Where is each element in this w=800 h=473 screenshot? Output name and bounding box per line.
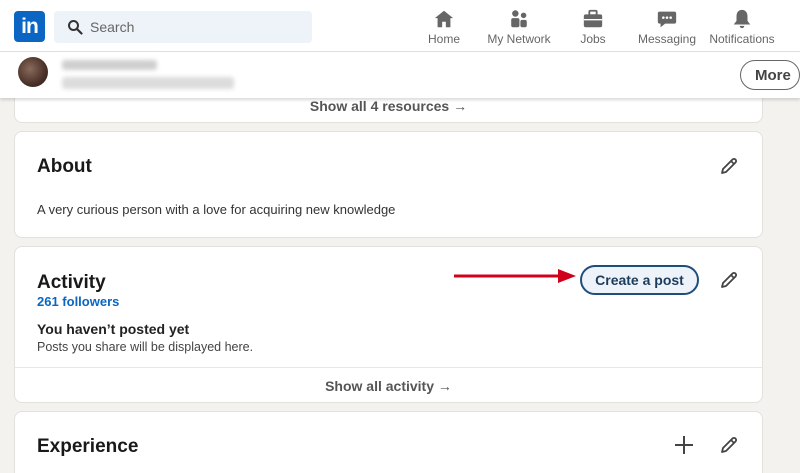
- nav-home[interactable]: Home: [424, 8, 464, 48]
- nav-my-network-label: My Network: [487, 32, 551, 46]
- experience-title: Experience: [37, 436, 139, 457]
- experience-card: Experience: [14, 411, 763, 473]
- no-posts-subtext: Posts you share will be displayed here.: [37, 340, 254, 354]
- blurred-profile-name: [62, 60, 157, 70]
- no-posts-heading: You haven’t posted yet: [37, 321, 190, 337]
- create-post-button[interactable]: Create a post: [580, 265, 699, 295]
- message-icon: [657, 11, 677, 28]
- add-plus-icon[interactable]: [673, 434, 695, 456]
- nav-notifications-label: Notifications: [709, 32, 775, 46]
- search-box[interactable]: [54, 11, 312, 43]
- followers-count-link[interactable]: 261 followers: [37, 294, 119, 309]
- edit-pencil-icon[interactable]: [719, 270, 739, 290]
- briefcase-icon: [583, 9, 603, 28]
- sticky-profile-bar: More: [0, 52, 800, 98]
- divider: [15, 367, 762, 368]
- about-card: About A very curious person with a love …: [14, 131, 763, 238]
- nav-my-network[interactable]: My Network: [486, 8, 552, 48]
- linkedin-logo[interactable]: in: [14, 11, 45, 42]
- edit-pencil-icon[interactable]: [719, 435, 739, 455]
- search-input[interactable]: [90, 11, 300, 43]
- nav-messaging-label: Messaging: [637, 32, 697, 46]
- top-navigation-bar: in Home My Network Jobs Messaging: [0, 0, 800, 52]
- nav-notifications[interactable]: Notifications: [707, 8, 777, 48]
- avatar[interactable]: [18, 57, 48, 87]
- annotation-arrow-icon: [454, 269, 576, 283]
- network-icon: [511, 10, 527, 28]
- edit-pencil-icon[interactable]: [719, 156, 739, 176]
- home-icon: [434, 10, 454, 28]
- show-all-activity-link[interactable]: Show all activity →: [15, 378, 762, 394]
- about-title: About: [37, 156, 92, 177]
- activity-title: Activity: [37, 272, 106, 293]
- blurred-profile-headline: [62, 77, 234, 89]
- show-all-resources-link[interactable]: Show all 4 resources →: [15, 98, 762, 114]
- more-button[interactable]: More: [740, 60, 800, 90]
- nav-jobs-label: Jobs: [580, 32, 606, 46]
- bell-icon: [733, 9, 751, 29]
- nav-home-label: Home: [427, 32, 460, 46]
- nav-jobs[interactable]: Jobs: [573, 8, 613, 48]
- activity-card: Activity 261 followers Create a post You…: [14, 246, 763, 403]
- about-text: A very curious person with a love for ac…: [37, 202, 396, 217]
- search-icon: [68, 20, 83, 35]
- nav-messaging[interactable]: Messaging: [637, 8, 697, 48]
